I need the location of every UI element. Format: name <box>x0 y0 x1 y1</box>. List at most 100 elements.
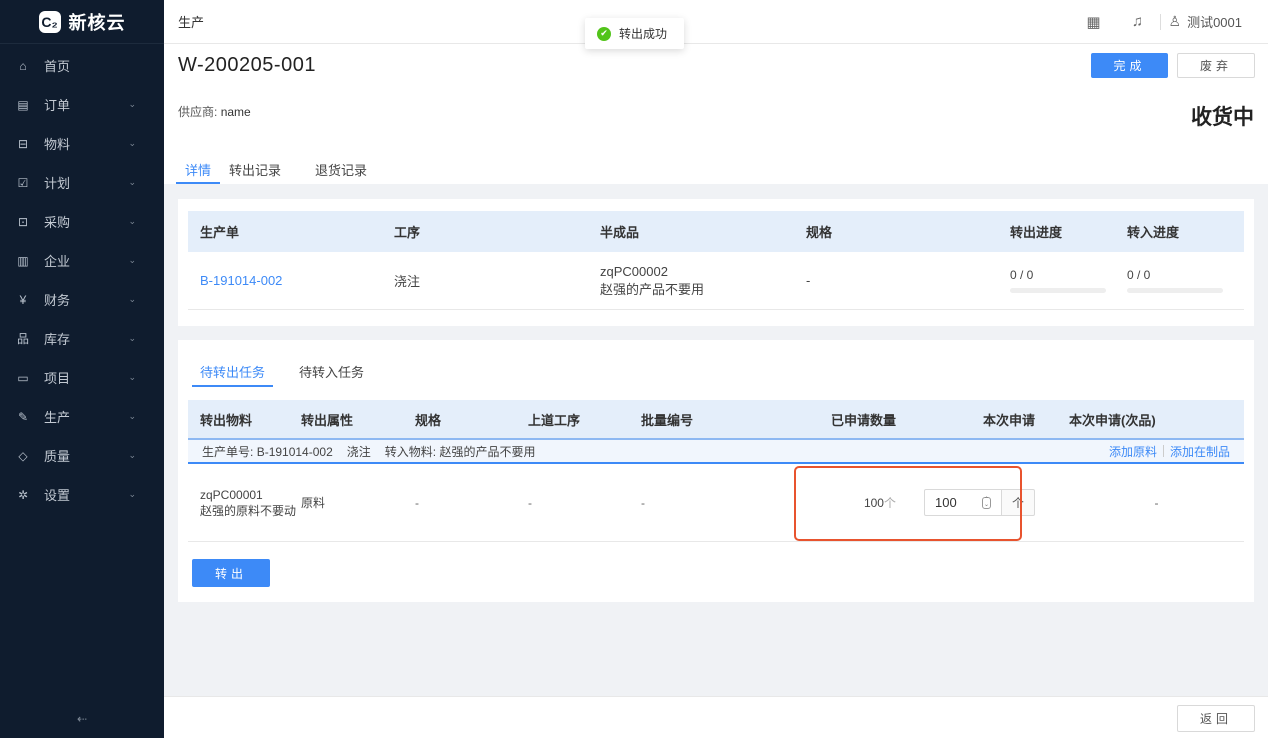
sidebar-item-label: 企业 <box>44 254 71 269</box>
sidebar-item-2[interactable]: ⊟ 物料 ⌄ <box>0 124 164 163</box>
transfer-out-button[interactable]: 转出 <box>192 559 270 587</box>
quantity-stepper[interactable]: 100 ⌃ ⌄ 个 <box>924 489 1069 516</box>
task-table-header: 转出物料 转出属性 规格 上道工序 批量编号 已申请数量 本次申请 本次申请(次品) <box>188 400 1244 440</box>
group-order-label: 生产单号: <box>202 444 254 459</box>
back-button[interactable]: 返回 <box>1177 705 1255 732</box>
check-circle-icon: ✔ <box>597 26 611 41</box>
logo-text: 新核云 <box>68 12 126 33</box>
order-col-header: 生产单 <box>200 225 240 240</box>
add-raw-material-link[interactable]: 添加原料 <box>1109 443 1157 460</box>
request-qty-value: 100 <box>935 495 957 510</box>
sidebar-item-label: 订单 <box>44 98 71 113</box>
header-actions: ▦ ♫ ♙ 测试0001 <box>1072 12 1268 31</box>
order-icon: ▤ <box>17 97 29 112</box>
table-row: B-191014-002 浇注 zqPC00002 赵强的产品不要用 - 0 / 0 0 /… <box>188 252 1244 310</box>
task-col-header: 批量编号 <box>641 412 694 428</box>
chevron-down-icon: ⌄ <box>128 255 136 265</box>
page-title: 生产 <box>178 15 205 30</box>
logo[interactable]: C₂ 新核云 <box>0 0 164 44</box>
semi-product-code: zqPC00002 <box>600 263 668 279</box>
request-qty-input[interactable]: 100 ⌃ ⌄ <box>924 489 1002 516</box>
tab-1[interactable]: 转出记录 <box>220 160 290 184</box>
collapse-sidebar-icon[interactable]: ⇠ <box>0 712 164 726</box>
sidebar-item-10[interactable]: ◇ 质量 ⌄ <box>0 436 164 475</box>
purchase-icon: ⊡ <box>17 214 29 229</box>
group-target-value: 赵强的产品不要用 <box>439 444 536 459</box>
sidebar-item-label: 物料 <box>44 137 71 152</box>
sidebar-item-9[interactable]: ✎ 生产 ⌄ <box>0 397 164 436</box>
success-toast: ✔ 转出成功 <box>585 18 684 49</box>
sidebar-item-0[interactable]: ⌂ 首页 <box>0 46 164 85</box>
material-code: zqPC00001 <box>200 487 263 502</box>
sidebar-item-6[interactable]: ¥ 财务 ⌄ <box>0 280 164 319</box>
spec-cell: - <box>415 495 419 510</box>
shield-icon: ◇ <box>18 448 28 463</box>
task-col-header: 本次申请(次品) <box>1069 412 1156 428</box>
group-order-value: B-191014-002 <box>256 444 333 459</box>
applied-unit: 个 <box>883 496 896 510</box>
top-header: 生产 ▦ ♫ ♙ 测试0001 <box>164 0 1268 44</box>
sidebar-item-4[interactable]: ⊡ 采购 ⌄ <box>0 202 164 241</box>
attribute-cell: 原料 <box>301 496 326 510</box>
order-table-header: 生产单 工序 半成品 规格 转出进度 转入进度 <box>188 211 1244 252</box>
sidebar-item-label: 库存 <box>44 332 71 347</box>
document-title: W-200205-001 <box>178 54 316 76</box>
user-icon[interactable]: ♙ <box>1169 13 1182 30</box>
sidebar-item-label: 项目 <box>44 371 71 386</box>
defect-qty-cell: - <box>1154 495 1159 510</box>
order-col-header: 转入进度 <box>1127 225 1180 240</box>
task-tabs: 待转出任务 待转入任务 <box>192 362 390 387</box>
sidebar-item-5[interactable]: ▥ 企业 ⌄ <box>0 241 164 280</box>
qrcode-icon[interactable]: ▦ <box>1072 13 1116 31</box>
action-divider <box>1162 445 1164 457</box>
order-card: 生产单 工序 半成品 规格 转出进度 转入进度 B-191014-002 浇注 zqPC000… <box>178 199 1254 326</box>
task-tab-1[interactable]: 待转入任务 <box>291 362 372 387</box>
bell-icon[interactable]: ♫ <box>1116 13 1160 30</box>
tab-3[interactable]: 退货记录 <box>306 160 376 184</box>
sidebar-item-7[interactable]: 品 库存 ⌄ <box>0 319 164 358</box>
in-progress-cell: 0 / 0 <box>1127 268 1244 293</box>
group-target-label: 转入物料: <box>384 444 437 459</box>
group-order: 生产单号: B-191014-002 <box>202 443 333 460</box>
out-progress-cell: 0 / 0 <box>1010 268 1127 293</box>
user-name[interactable]: 测试0001 <box>1187 12 1242 31</box>
out-progress-bar <box>1010 288 1106 293</box>
request-qty-cell: 100 ⌃ ⌄ 个 <box>924 489 1069 516</box>
enterprise-icon: ▥ <box>17 253 29 268</box>
sidebar-item-label: 生产 <box>44 410 71 425</box>
order-link[interactable]: B-191014-002 <box>200 273 282 288</box>
document-status: 收货中 <box>1191 106 1254 129</box>
order-col-header: 半成品 <box>600 225 640 240</box>
batch-cell: - <box>641 495 645 510</box>
order-col-header: 转出进度 <box>1010 225 1063 240</box>
sidebar: C₂ 新核云 ⌂ 首页 ▤ 订单 ⌄ ⊟ 物料 ⌄ ☑ 计划 ⌄ ⊡ 采购 ⌄ ▥ 企业 ⌄ ¥ 财务 ⌄ 品 库存 ⌄ ▭ 项… <box>0 0 164 738</box>
in-progress-bar <box>1127 288 1223 293</box>
done-button[interactable]: 完成 <box>1091 53 1168 78</box>
chevron-down-icon: ⌄ <box>128 294 136 304</box>
table-row: zqPC00001 赵强的原料不要动 原料 - - -100个 100 ⌃ ⌄ 个 - <box>188 464 1244 542</box>
process-cell: 浇注 <box>394 274 421 289</box>
sidebar-item-label: 采购 <box>44 215 71 230</box>
order-col-header: 规格 <box>806 225 833 240</box>
inventory-icon: 品 <box>16 332 29 346</box>
stepper-arrows-icon[interactable]: ⌃ ⌄ <box>982 497 991 509</box>
out-progress-text: 0 / 0 <box>1010 268 1034 282</box>
sidebar-item-3[interactable]: ☑ 计划 ⌄ <box>0 163 164 202</box>
material-name: 赵强的原料不要动 <box>200 503 297 518</box>
tab-0[interactable]: 详情 <box>176 160 221 184</box>
task-tab-0[interactable]: 待转出任务 <box>192 362 274 387</box>
task-col-header: 本次申请 <box>982 412 1035 428</box>
add-wip-link[interactable]: 添加在制品 <box>1170 443 1230 460</box>
sidebar-item-1[interactable]: ▤ 订单 ⌄ <box>0 85 164 124</box>
spec-cell: - <box>806 273 811 288</box>
supplier-value: name <box>220 105 251 119</box>
sidebar-item-label: 首页 <box>44 59 71 74</box>
semi-product-name: 赵强的产品不要用 <box>600 281 705 297</box>
sidebar-item-11[interactable]: ✲ 设置 ⌄ <box>0 475 164 514</box>
chevron-down-icon: ⌄ <box>128 450 136 460</box>
home-icon: ⌂ <box>19 58 27 73</box>
discard-button[interactable]: 废弃 <box>1177 53 1255 78</box>
sidebar-item-8[interactable]: ▭ 项目 ⌄ <box>0 358 164 397</box>
wrench-icon: ✎ <box>17 409 29 424</box>
applied-qty: 100 <box>863 496 884 510</box>
